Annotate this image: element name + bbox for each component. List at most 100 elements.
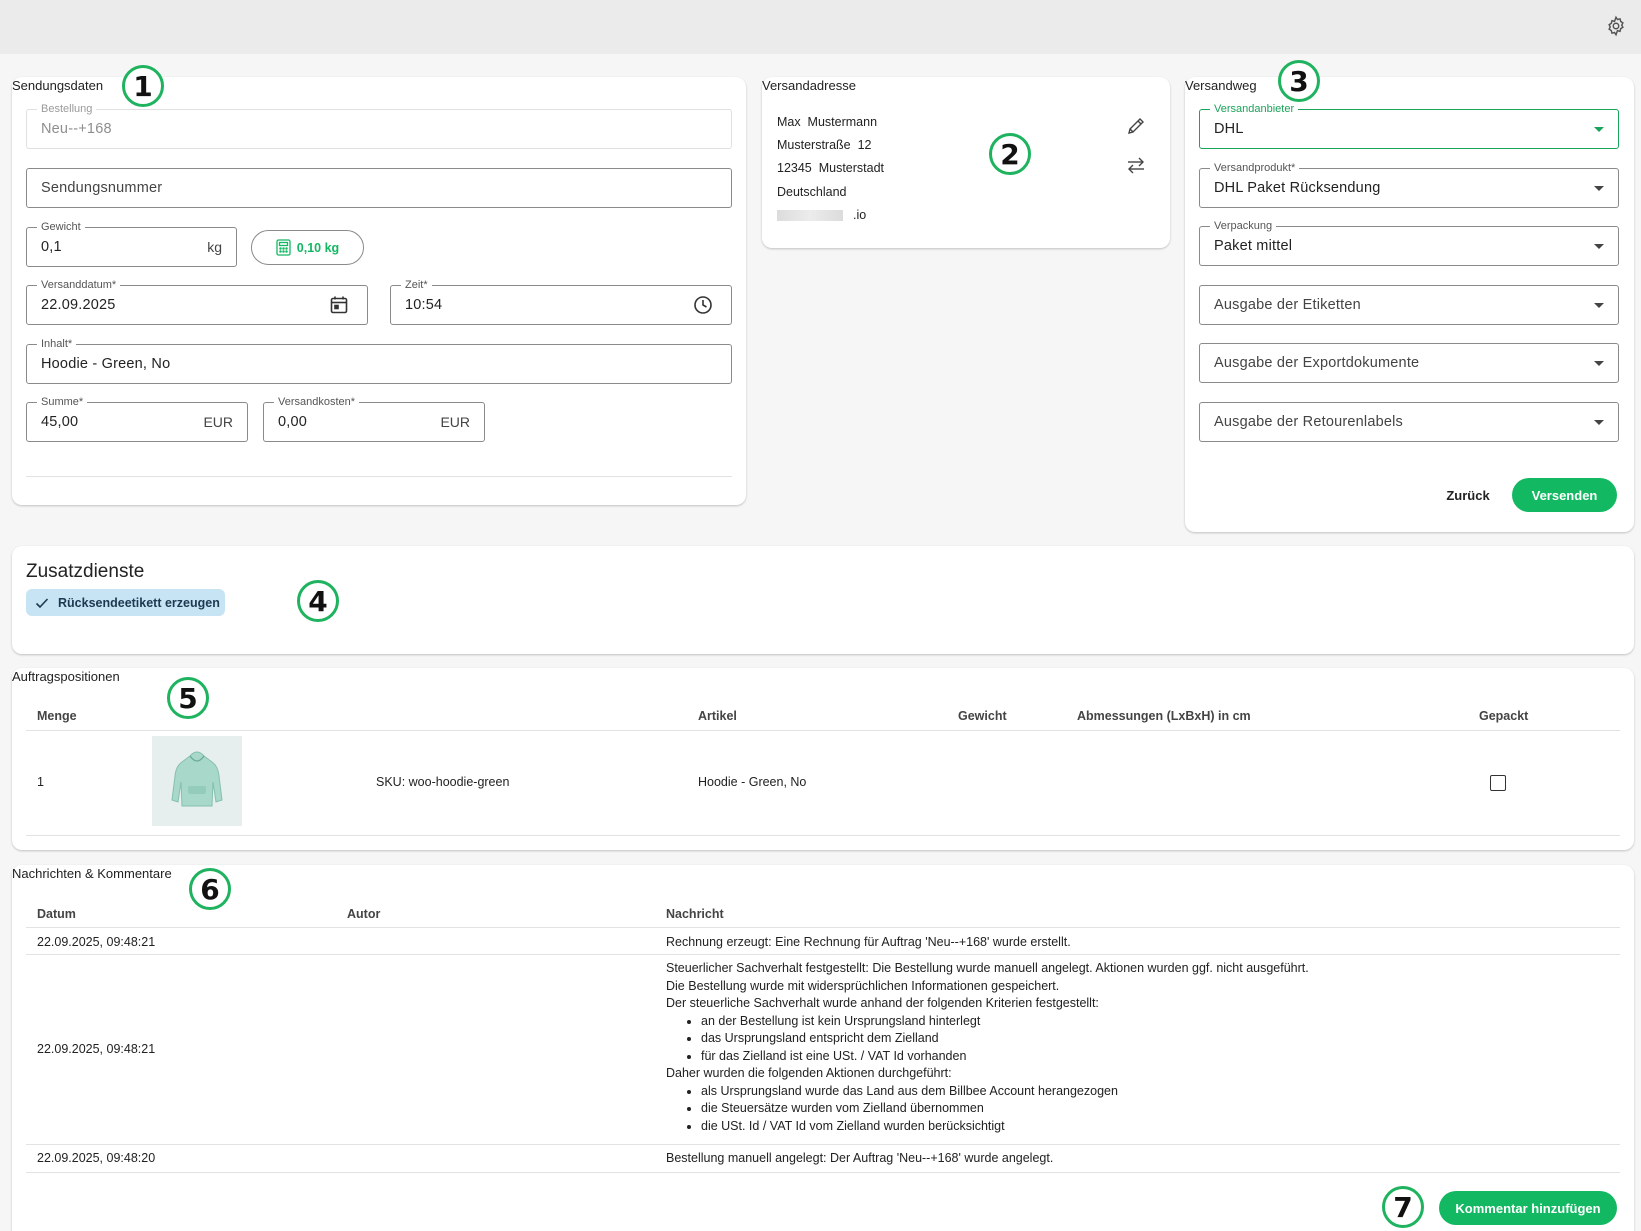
- zeit-input[interactable]: Zeit* 10:54: [390, 278, 732, 325]
- col-autor: Autor: [347, 907, 381, 921]
- actions-list: als Ursprungsland wurde das Land aus dem…: [666, 1083, 1606, 1136]
- ruecksendeetikett-chip[interactable]: Rücksendeetikett erzeugen: [26, 589, 225, 616]
- bestellung-value: Neu--+168: [41, 121, 112, 137]
- address-email: .io: [777, 208, 866, 222]
- chip-label: Rücksendeetikett erzeugen: [58, 595, 220, 610]
- top-bar: [0, 0, 1641, 54]
- row2-datum: 22.09.2025, 09:48:21: [37, 1042, 156, 1056]
- col-menge: Menge: [37, 709, 77, 723]
- bestellung-field: Bestellung Neu--+168: [26, 102, 732, 149]
- summe-value: 45,00: [41, 414, 79, 430]
- versandprodukt-select[interactable]: Versandprodukt* DHL Paket Rücksendung: [1199, 161, 1619, 208]
- list-item: an der Bestellung ist kein Ursprungsland…: [701, 1013, 1606, 1031]
- address-street: Musterstraße 12: [777, 138, 872, 152]
- row3-datum: 22.09.2025, 09:48:20: [37, 1151, 156, 1165]
- versandweg-card: Versandweg Versandanbieter DHL Versandpr…: [1185, 77, 1634, 532]
- row-menge: 1: [37, 775, 44, 789]
- hoodie-icon: [171, 751, 223, 807]
- divider: [26, 476, 732, 477]
- gewicht-input[interactable]: Gewicht 0,1 kg: [26, 220, 237, 267]
- add-comment-button[interactable]: Kommentar hinzufügen: [1439, 1191, 1617, 1225]
- step-badge-5: 5: [167, 677, 209, 719]
- row2-nachricht: Steuerlicher Sachverhalt festgestellt: D…: [666, 960, 1606, 1135]
- verpackung-value: Paket mittel: [1214, 238, 1293, 254]
- retourenlabels-select[interactable]: Ausgabe der Retourenlabels: [1199, 402, 1619, 442]
- calendar-icon[interactable]: [329, 295, 349, 315]
- chevron-down-icon: [1594, 361, 1604, 366]
- back-button[interactable]: Zurück: [1433, 478, 1503, 512]
- pencil-icon[interactable]: [1126, 116, 1146, 136]
- gewicht-value: 0,1: [41, 239, 62, 255]
- inhalt-value: Hoodie - Green, No: [41, 356, 171, 372]
- auftragspositionen-card: Auftragspositionen Menge Artikel Gewicht…: [12, 668, 1634, 850]
- send-button[interactable]: Versenden: [1512, 478, 1617, 512]
- calc-weight-value: 0,10 kg: [296, 240, 340, 255]
- sendungsdaten-title: Sendungsdaten: [12, 78, 104, 93]
- chevron-down-icon: [1594, 127, 1604, 132]
- list-item: das Ursprungsland entspricht dem Ziellan…: [701, 1030, 1606, 1048]
- sendungsnummer-input[interactable]: Sendungsnummer: [26, 168, 732, 208]
- gear-icon[interactable]: [1605, 15, 1627, 37]
- row-artikel: Hoodie - Green, No: [698, 775, 807, 789]
- versandweg-title: Versandweg: [1185, 78, 1257, 93]
- chevron-down-icon: [1594, 420, 1604, 425]
- etiketten-select[interactable]: Ausgabe der Etiketten: [1199, 285, 1619, 325]
- exportdokumente-select[interactable]: Ausgabe der Exportdokumente: [1199, 343, 1619, 383]
- step-badge-3: 3: [1278, 60, 1320, 102]
- versandadresse-card: Versandadresse Max Mustermann Musterstra…: [762, 77, 1170, 248]
- list-item: die USt. Id / VAT Id vom Zielland wurden…: [701, 1118, 1606, 1136]
- exportdokumente-placeholder: Ausgabe der Exportdokumente: [1214, 355, 1420, 371]
- nachrichten-card: Nachrichten & Kommentare Datum Autor Nac…: [12, 865, 1634, 1231]
- col-artikel: Artikel: [698, 709, 737, 723]
- message-line: Steuerlicher Sachverhalt festgestellt: D…: [666, 961, 1309, 975]
- header-divider: [26, 730, 1620, 731]
- versandkosten-value: 0,00: [278, 414, 308, 430]
- zeit-value: 10:54: [405, 297, 443, 313]
- check-icon: [35, 597, 49, 608]
- gepackt-checkbox[interactable]: [1490, 775, 1506, 791]
- email-suffix: .io: [853, 208, 867, 222]
- etiketten-placeholder: Ausgabe der Etiketten: [1214, 297, 1361, 313]
- row-divider: [26, 1144, 1620, 1145]
- step-badge-1: 1: [122, 65, 164, 107]
- zusatzdienste-card: Zusatzdienste Rücksendeetikett erzeugen: [12, 546, 1634, 654]
- col-datum: Datum: [37, 907, 76, 921]
- summe-currency: EUR: [203, 414, 233, 430]
- step-badge-6: 6: [189, 868, 231, 910]
- versandadresse-title: Versandadresse: [762, 78, 856, 93]
- message-line: Die Bestellung wurde mit widersprüchlich…: [666, 978, 1060, 993]
- row-divider: [26, 954, 1620, 955]
- swap-icon[interactable]: [1126, 155, 1146, 175]
- step-badge-2: 2: [989, 133, 1031, 175]
- address-city: 12345 Musterstadt: [777, 161, 885, 175]
- step-badge-4: 4: [297, 580, 339, 622]
- step-badge-7: 7: [1382, 1186, 1424, 1228]
- verpackung-select[interactable]: Verpackung Paket mittel: [1199, 219, 1619, 266]
- chevron-down-icon: [1594, 186, 1604, 191]
- col-gepackt: Gepackt: [1479, 709, 1529, 723]
- email-redacted: [777, 209, 843, 221]
- address-name: Max Mustermann: [777, 115, 878, 129]
- zusatzdienste-title: Zusatzdienste: [26, 561, 145, 582]
- retourenlabels-placeholder: Ausgabe der Retourenlabels: [1214, 414, 1403, 430]
- product-image: [152, 736, 242, 826]
- versandanbieter-value: DHL: [1214, 121, 1244, 137]
- inhalt-input[interactable]: Inhalt* Hoodie - Green, No: [26, 337, 732, 384]
- sendungsnummer-placeholder: Sendungsnummer: [41, 180, 163, 196]
- summe-input[interactable]: Summe* 45,00 EUR: [26, 395, 248, 442]
- message-line: Der steuerliche Sachverhalt wurde anhand…: [666, 996, 1099, 1010]
- col-gewicht: Gewicht: [958, 709, 1007, 723]
- list-item: als Ursprungsland wurde das Land aus dem…: [701, 1083, 1606, 1101]
- clock-icon[interactable]: [693, 295, 713, 315]
- row1-nachricht: Rechnung erzeugt: Eine Rechnung für Auft…: [666, 935, 1071, 949]
- versanddatum-input[interactable]: Versanddatum* 22.09.2025: [26, 278, 368, 325]
- list-item: die Steuersätze wurden vom Zielland über…: [701, 1100, 1606, 1118]
- versandkosten-currency: EUR: [440, 414, 470, 430]
- versandkosten-input[interactable]: Versandkosten* 0,00 EUR: [263, 395, 485, 442]
- header-divider: [26, 927, 1620, 928]
- versandanbieter-select[interactable]: Versandanbieter DHL: [1199, 102, 1619, 149]
- sendungsdaten-card: Sendungsdaten Bestellung Neu--+168 Sendu…: [12, 77, 746, 505]
- row-sku: SKU: woo-hoodie-green: [376, 775, 510, 789]
- col-abmessungen: Abmessungen (LxBxH) in cm: [1077, 709, 1251, 723]
- calc-weight-button[interactable]: 0,10 kg: [251, 230, 364, 265]
